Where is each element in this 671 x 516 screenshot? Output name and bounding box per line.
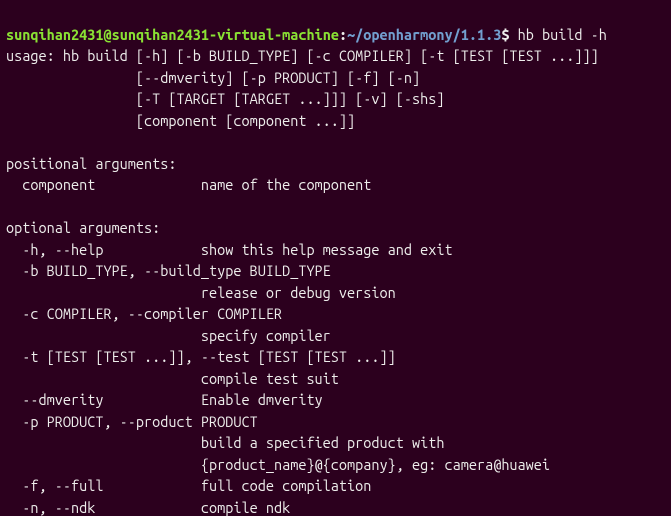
opt-help: -h, --help show this help message and ex… — [6, 241, 453, 258]
opt-build-type-2: release or debug version — [6, 284, 396, 301]
opt-product-2: build a specified product with — [6, 434, 444, 451]
prompt-colon: : — [339, 26, 347, 43]
opt-test-1: -t [TEST [TEST ...]], --test [TEST [TEST… — [6, 348, 396, 365]
opt-full: -f, --full full code compilation — [6, 477, 371, 494]
prompt-end: $ — [501, 26, 517, 43]
opt-product-1: -p PRODUCT, --product PRODUCT — [6, 413, 258, 430]
usage-line-1: usage: hb build [-h] [-b BUILD_TYPE] [-c… — [6, 47, 599, 64]
command-input[interactable]: hb build -h — [518, 26, 607, 43]
terminal[interactable]: sunqihan2431@sunqihan2431-virtual-machin… — [0, 0, 671, 516]
opt-ndk: -n, --ndk compile ndk — [6, 499, 290, 516]
usage-line-4: [component [component ...]] — [6, 112, 355, 129]
opt-product-3: {product_name}@{company}, eg: camera@hua… — [6, 456, 550, 473]
opt-compiler-2: specify compiler — [6, 327, 331, 344]
prompt-path: ~/openharmony/1.1.3 — [347, 26, 501, 43]
opt-test-2: compile test suit — [6, 370, 339, 387]
prompt-at: @ — [103, 26, 111, 43]
optional-header: optional arguments: — [6, 219, 160, 236]
opt-build-type-1: -b BUILD_TYPE, --build_type BUILD_TYPE — [6, 262, 331, 279]
prompt-host: sunqihan2431-virtual-machine — [112, 26, 339, 43]
opt-compiler-1: -c COMPILER, --compiler COMPILER — [6, 305, 282, 322]
positional-component: component name of the component — [6, 176, 371, 193]
positional-header: positional arguments: — [6, 155, 177, 172]
usage-line-2: [--dmverity] [-p PRODUCT] [-f] [-n] — [6, 69, 420, 86]
opt-dmverity: --dmverity Enable dmverity — [6, 391, 323, 408]
prompt-user: sunqihan2431 — [6, 26, 103, 43]
usage-line-3: [-T [TARGET [TARGET ...]]] [-v] [-shs] — [6, 90, 444, 107]
prompt-line: sunqihan2431@sunqihan2431-virtual-machin… — [6, 26, 607, 43]
